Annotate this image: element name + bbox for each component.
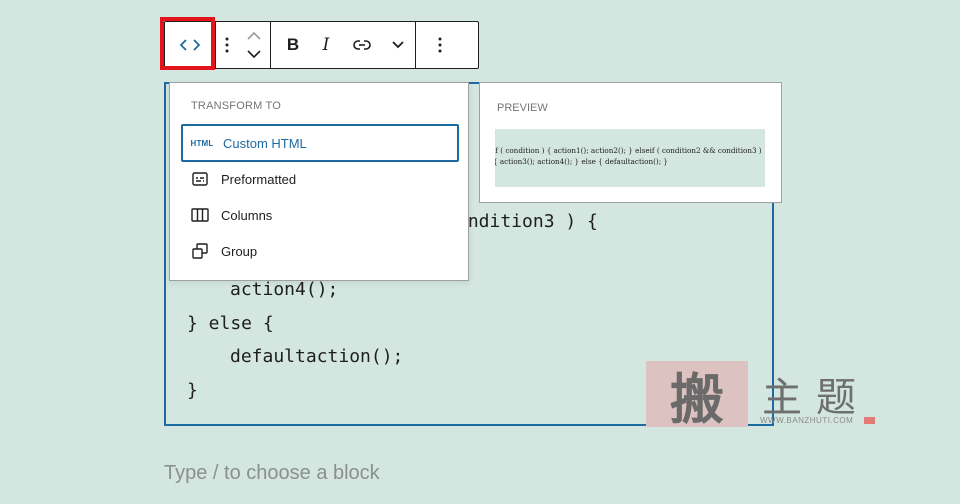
watermark-url: WWW.BANZHUTI.COM <box>760 416 854 425</box>
code-line: } else { <box>187 313 274 334</box>
highlight-annotation <box>160 17 215 70</box>
watermark: 搬 主题 WWW.BANZHUTI.COM <box>646 361 880 431</box>
link-icon <box>353 40 371 50</box>
chevron-down-icon <box>247 50 261 58</box>
italic-button[interactable]: I <box>309 22 343 68</box>
block-options-button[interactable] <box>416 22 464 68</box>
watermark-title: 主题 <box>762 375 870 421</box>
move-group <box>216 22 271 68</box>
move-down-button[interactable] <box>242 45 266 63</box>
transform-item-preformatted[interactable]: Preformatted <box>181 160 459 198</box>
code-line: action4(); <box>230 279 339 300</box>
transform-item-columns[interactable]: Columns <box>181 196 459 234</box>
transform-item-custom-html[interactable]: HTML Custom HTML <box>181 124 459 162</box>
transform-item-group[interactable]: Group <box>181 232 459 270</box>
preview-heading: PREVIEW <box>497 102 548 114</box>
more-formats-button[interactable] <box>381 22 415 68</box>
drag-handle-icon <box>225 37 229 53</box>
link-button[interactable] <box>343 22 381 68</box>
chevron-down-icon <box>392 41 404 49</box>
html-icon: HTML <box>190 138 214 148</box>
transform-item-label: Group <box>221 243 258 259</box>
bold-button[interactable]: B <box>271 22 309 68</box>
code-line: ondition3 ) { <box>457 211 598 232</box>
group-icon <box>181 243 219 259</box>
code-line: defaultaction(); <box>230 346 404 367</box>
transform-item-label: Columns <box>221 207 273 223</box>
drag-handle-button[interactable] <box>216 22 238 68</box>
watermark-seal: 搬 <box>646 361 748 431</box>
columns-icon <box>181 208 219 222</box>
preformatted-icon <box>181 172 219 186</box>
code-line: } <box>187 380 198 401</box>
preview-text: if ( condition ) { action1(); action2();… <box>495 146 762 166</box>
block-appender[interactable]: Type / to choose a block <box>164 462 380 485</box>
transform-item-label: Custom HTML <box>223 135 307 151</box>
transform-item-label: Preformatted <box>221 171 297 187</box>
chevron-up-icon <box>247 32 261 40</box>
formatting-group: B I <box>271 22 416 68</box>
transform-preview-panel: PREVIEW if ( condition ) { action1(); ac… <box>479 82 782 203</box>
transform-heading: TRANSFORM TO <box>191 100 281 112</box>
block-mover <box>238 22 270 68</box>
options-group <box>416 22 464 68</box>
transform-dropdown: TRANSFORM TO HTML Custom HTML Preformatt… <box>169 82 469 281</box>
move-up-button[interactable] <box>242 27 266 45</box>
more-vertical-icon <box>438 37 442 53</box>
preview-content: if ( condition ) { action1(); action2();… <box>495 129 765 187</box>
watermark-mark <box>864 417 875 424</box>
